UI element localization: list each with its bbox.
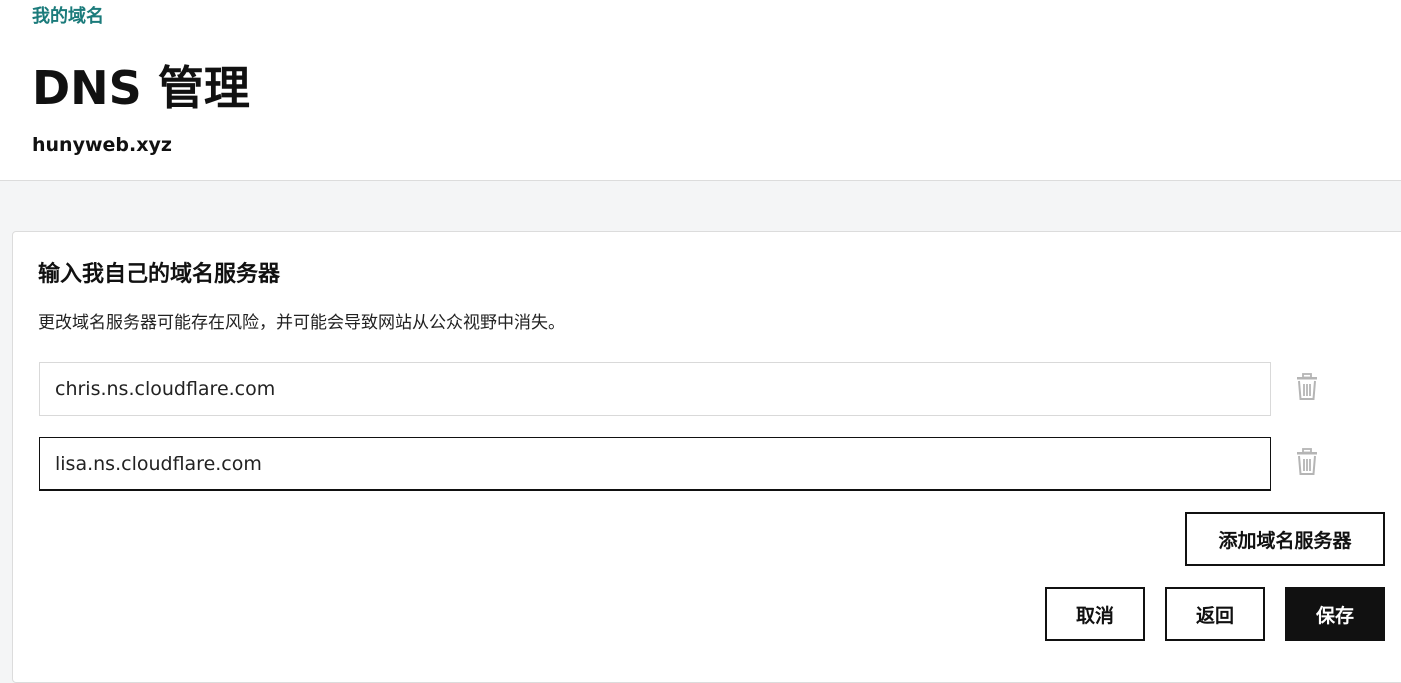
save-button[interactable]: 保存 [1285,587,1385,641]
cancel-button[interactable]: 取消 [1045,587,1145,641]
nameserver-warning-text: 更改域名服务器可能存在风险，并可能会导致网站从公众视野中消失。 [38,313,565,333]
domain-name: hunyweb.xyz [32,134,172,156]
trash-icon[interactable] [1295,448,1319,476]
nameserver-input-2[interactable] [39,437,1271,491]
nameserver-input-1[interactable] [39,362,1271,416]
trash-icon[interactable] [1295,373,1319,401]
add-nameserver-button[interactable]: 添加域名服务器 [1185,512,1385,566]
page-title: DNS 管理 [32,61,250,115]
back-button[interactable]: 返回 [1165,587,1265,641]
page-header: 我的域名 DNS 管理 hunyweb.xyz [0,0,1401,181]
nameserver-card: 输入我自己的域名服务器 更改域名服务器可能存在风险，并可能会导致网站从公众视野中… [12,231,1401,683]
nameserver-section-title: 输入我自己的域名服务器 [38,262,281,287]
breadcrumb-my-domains[interactable]: 我的域名 [32,2,104,28]
